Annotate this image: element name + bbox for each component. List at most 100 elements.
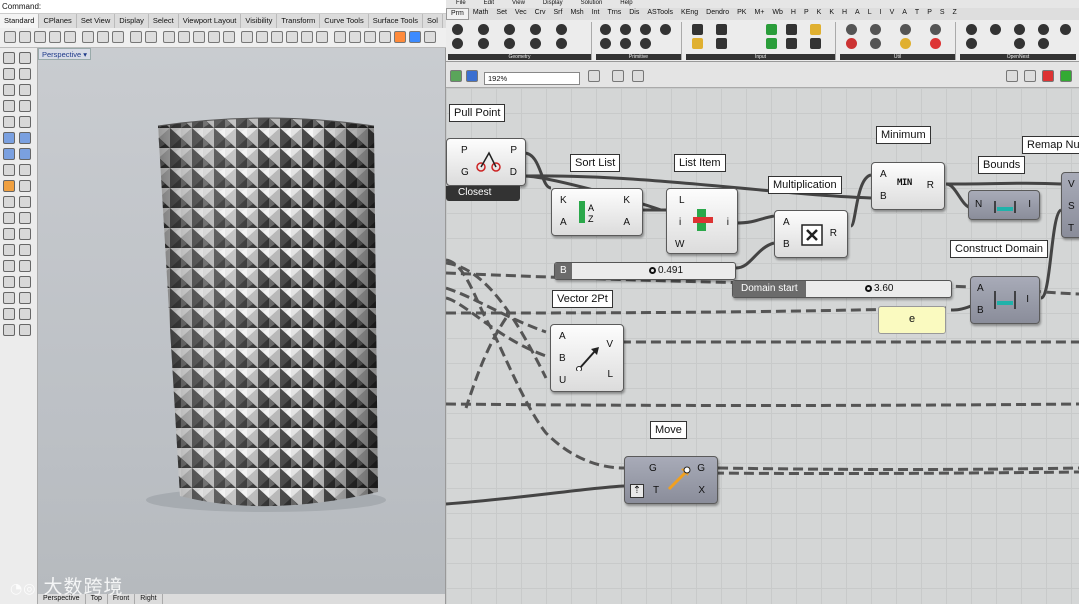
sphere-icon[interactable] xyxy=(19,148,31,160)
gh-tab-p2[interactable]: P xyxy=(923,8,936,20)
pan-hand-icon[interactable] xyxy=(145,31,157,43)
tab-solid[interactable]: Sol xyxy=(423,14,443,28)
check-icon[interactable] xyxy=(19,324,31,336)
vector-2pt-input-u[interactable]: U xyxy=(559,375,566,387)
nest-icon[interactable] xyxy=(1014,24,1025,35)
layer-icon[interactable] xyxy=(379,31,391,43)
list-item-input-i[interactable]: i xyxy=(679,217,681,229)
param-icon[interactable] xyxy=(600,24,611,35)
split-icon[interactable] xyxy=(3,196,15,208)
move-input-g[interactable]: G xyxy=(649,463,657,475)
param-icon[interactable] xyxy=(530,24,541,35)
tab-viewport-layout[interactable]: Viewport Layout xyxy=(179,14,242,28)
gh-tab-t[interactable]: T xyxy=(911,8,923,20)
minimum-output-r[interactable]: R xyxy=(927,180,934,192)
mesh-icon[interactable] xyxy=(3,164,15,176)
preview-eye-icon[interactable] xyxy=(612,70,624,82)
gh-tab-k2[interactable]: K xyxy=(825,8,838,20)
move-tool-icon[interactable] xyxy=(3,228,15,240)
lightbulb-icon[interactable] xyxy=(349,31,361,43)
vector-2pt-output-v[interactable]: V xyxy=(606,339,613,351)
surface-icon[interactable] xyxy=(3,132,15,144)
paste-icon[interactable] xyxy=(112,31,124,43)
import-icon[interactable] xyxy=(64,31,76,43)
multiplication-output-r[interactable]: R xyxy=(830,228,837,240)
nest-icon[interactable] xyxy=(1038,38,1049,49)
analyze-icon[interactable] xyxy=(19,292,31,304)
ortho-icon[interactable] xyxy=(3,308,15,320)
clock-icon[interactable] xyxy=(786,38,797,49)
snap-icon[interactable] xyxy=(19,308,31,320)
minimum-input-b[interactable]: B xyxy=(880,191,887,203)
pull-point-component[interactable]: P G P D xyxy=(446,138,526,186)
move-output-g[interactable]: G xyxy=(697,463,705,475)
copy-icon[interactable] xyxy=(97,31,109,43)
list-item-component[interactable]: L i W i xyxy=(666,188,738,254)
slider-icon[interactable] xyxy=(692,24,703,35)
gh-tab-vector[interactable]: Vec xyxy=(511,8,531,20)
list-item-output-i[interactable]: i xyxy=(727,217,729,229)
gh-tab-sets[interactable]: Set xyxy=(492,8,511,20)
rotate-view-icon[interactable] xyxy=(163,31,175,43)
tab-standard[interactable]: Standard xyxy=(0,14,40,28)
param-icon[interactable] xyxy=(452,38,463,49)
menu-help[interactable]: Help xyxy=(620,0,632,8)
preview-mode-icon[interactable] xyxy=(1006,70,1018,82)
cherry-icon[interactable] xyxy=(846,38,857,49)
menu-display[interactable]: Display xyxy=(543,0,563,8)
param-icon[interactable] xyxy=(504,24,515,35)
curve-icon[interactable] xyxy=(3,84,15,96)
select-icon[interactable] xyxy=(286,31,298,43)
toggle-icon[interactable] xyxy=(692,38,703,49)
util-icon[interactable] xyxy=(846,24,857,35)
preview-shaded-icon[interactable] xyxy=(1042,70,1054,82)
explode-icon[interactable] xyxy=(3,212,15,224)
gh-tab-transform[interactable]: Trns xyxy=(603,8,625,20)
domain-start-value[interactable]: 3.60 xyxy=(865,283,893,294)
param-icon[interactable] xyxy=(600,38,611,49)
calendar-icon[interactable] xyxy=(786,24,797,35)
bounds-output-i[interactable]: I xyxy=(1028,199,1031,211)
slider-grip-icon[interactable] xyxy=(865,284,872,292)
construct-domain-input-a[interactable]: A xyxy=(977,283,984,295)
param-icon[interactable] xyxy=(640,38,651,49)
nest-icon[interactable] xyxy=(990,24,1001,35)
gh-tab-params[interactable]: Prm xyxy=(446,8,469,20)
array-icon[interactable] xyxy=(19,260,31,272)
viewport-tab-right[interactable]: Right xyxy=(135,594,163,604)
vector-2pt-output-l[interactable]: L xyxy=(607,369,613,381)
gh-tab-surface[interactable]: Srf xyxy=(550,8,567,20)
gh-tab-a[interactable]: A xyxy=(851,8,864,20)
rectangle-icon[interactable] xyxy=(19,100,31,112)
menu-solution[interactable]: Solution xyxy=(581,0,603,8)
group-icon[interactable] xyxy=(19,212,31,224)
render-sphere-icon[interactable] xyxy=(394,31,406,43)
gh-tab-v[interactable]: V xyxy=(886,8,899,20)
tab-cplanes[interactable]: CPlanes xyxy=(39,14,77,28)
tab-select[interactable]: Select xyxy=(149,14,179,28)
dimension-icon[interactable] xyxy=(19,276,31,288)
b-number-slider[interactable]: B 0.491 xyxy=(554,262,736,280)
nest-icon[interactable] xyxy=(1014,38,1025,49)
options-gear-icon[interactable] xyxy=(424,31,436,43)
zoom-window-icon[interactable] xyxy=(193,31,205,43)
gh-tab-h2[interactable]: H xyxy=(838,8,851,20)
grid-icon[interactable] xyxy=(3,292,15,304)
gh-tab-a2[interactable]: A xyxy=(898,8,911,20)
move-expand-arrow-icon[interactable]: ⇡ xyxy=(630,484,644,498)
undo-view-icon[interactable] xyxy=(271,31,283,43)
sort-list-input-a[interactable]: A xyxy=(560,217,567,229)
tab-set-view[interactable]: Set View xyxy=(77,14,116,28)
panel-icon[interactable] xyxy=(716,24,727,35)
trim-icon[interactable] xyxy=(19,180,31,192)
move-component[interactable]: G T G X ⇡ xyxy=(624,456,718,504)
sketch-pen-icon[interactable] xyxy=(632,70,644,82)
vector-2pt-input-a[interactable]: A xyxy=(559,331,566,343)
list-icon[interactable] xyxy=(716,38,727,49)
remap-input-v[interactable]: V xyxy=(1068,179,1075,191)
color-swatch-icon[interactable] xyxy=(766,24,777,35)
graph-icon[interactable] xyxy=(810,24,821,35)
gradient-icon[interactable] xyxy=(766,38,777,49)
rotate-tool-icon[interactable] xyxy=(3,244,15,256)
four-views-icon[interactable] xyxy=(241,31,253,43)
